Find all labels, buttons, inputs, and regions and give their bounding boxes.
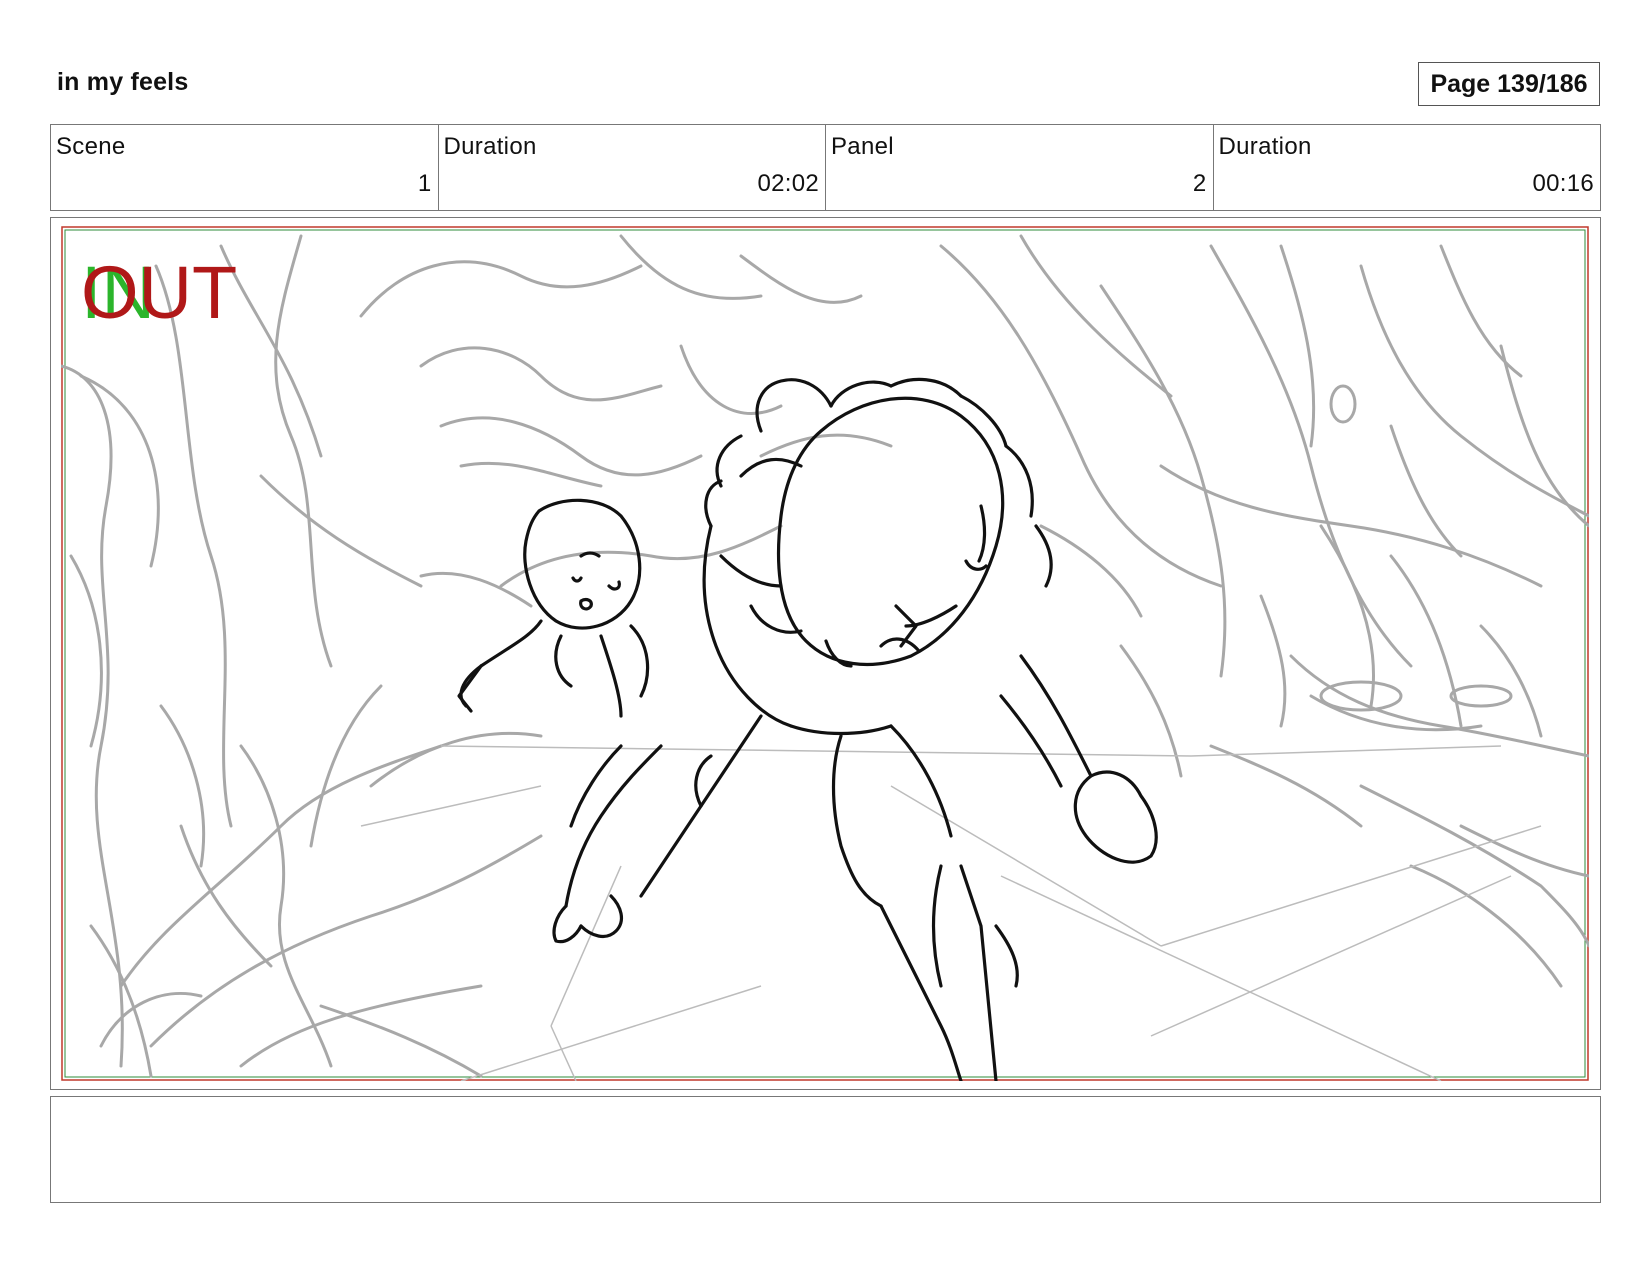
in-out-marker: IN OUT [81,253,251,333]
panel-cell: Panel 2 [826,125,1214,210]
scene-duration-value: 02:02 [757,170,819,197]
panel-duration-cell: Duration 00:16 [1214,125,1601,210]
panel-number: 2 [1192,170,1207,197]
panel-label: Panel [831,133,894,160]
storyboard-sketch [61,226,1589,1081]
project-title: in my feels [57,68,189,96]
scene-label: Scene [56,133,126,160]
panel-duration-value: 00:16 [1532,170,1594,197]
scene-number: 1 [417,170,432,197]
characters-sketch [457,377,1158,1081]
panel-duration-label: Duration [1218,133,1312,160]
ground-lines [360,745,1542,1081]
page-indicator: Page 139/186 [1418,62,1600,106]
out-mark: OUT [81,251,238,334]
scene-cell: Scene 1 [51,125,439,210]
scene-duration-label: Duration [443,133,537,160]
storyboard-panel-frame: IN OUT [50,217,1601,1090]
panel-notes-box[interactable] [50,1096,1601,1203]
panel-info-table: Scene 1 Duration 02:02 Panel 2 Duration … [50,124,1601,211]
scene-duration-cell: Duration 02:02 [439,125,826,210]
panel-notes-text [51,1097,1600,1113]
